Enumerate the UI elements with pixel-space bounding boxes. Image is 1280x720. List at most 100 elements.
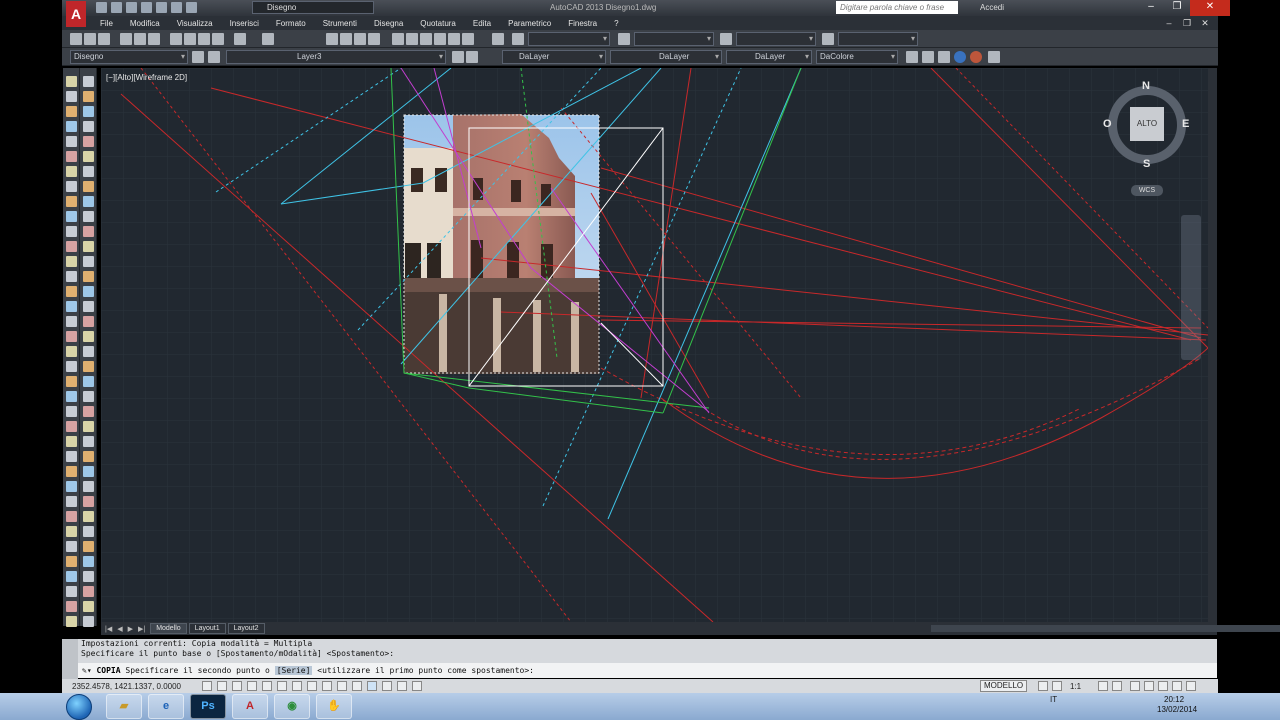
modify-tool-icon[interactable] (83, 316, 94, 327)
modify-tool-icon[interactable] (83, 331, 94, 342)
menu-parametrico[interactable]: Parametrico (508, 19, 551, 28)
draw-tool-icon[interactable] (66, 286, 77, 297)
draw-tool-icon[interactable] (66, 136, 77, 147)
hardware-acceleration-icon[interactable] (1158, 681, 1168, 691)
dim-style-dropdown[interactable] (634, 32, 714, 46)
draw-tool-icon[interactable] (66, 181, 77, 192)
design-center-icon[interactable] (406, 33, 418, 45)
draw-tool-icon[interactable] (66, 106, 77, 117)
clean-screen-icon[interactable] (1186, 681, 1196, 691)
zoom-realtime-icon[interactable] (340, 33, 352, 45)
signin-link[interactable]: Accedi (980, 3, 1004, 12)
modify-tool-icon[interactable] (83, 196, 94, 207)
modify-tool-icon[interactable] (83, 436, 94, 447)
isolate-objects-icon[interactable] (1172, 681, 1182, 691)
viewcube[interactable]: ALTO N S E O (1103, 80, 1190, 172)
modify-tool-icon[interactable] (83, 466, 94, 477)
modify-tool-icon[interactable] (83, 226, 94, 237)
text-style-icon[interactable] (512, 33, 524, 45)
viewcube-north[interactable]: N (1142, 80, 1150, 92)
snap-icon[interactable] (217, 681, 227, 691)
multileader-style-dropdown[interactable] (838, 32, 918, 46)
draw-tool-icon[interactable] (66, 151, 77, 162)
menu-disegna[interactable]: Disegna (374, 19, 403, 28)
draw-tool-icon[interactable] (66, 406, 77, 417)
command-option-serie[interactable]: [Serie] (274, 666, 313, 675)
draw-tool-icon[interactable] (66, 91, 77, 102)
viewcube-south[interactable]: S (1143, 158, 1150, 170)
modify-tool-icon[interactable] (83, 136, 94, 147)
undo-icon[interactable] (234, 33, 246, 45)
plot-icon[interactable] (120, 33, 132, 45)
start-button[interactable] (66, 694, 92, 720)
plotstyle-dropdown[interactable]: DaColore (816, 50, 898, 64)
light-icon[interactable] (938, 51, 950, 63)
modify-tool-icon[interactable] (83, 166, 94, 177)
sphere-blue-icon[interactable] (954, 51, 966, 63)
command-window-handle[interactable] (62, 639, 78, 679)
polar-icon[interactable] (262, 681, 272, 691)
otrack-icon[interactable] (307, 681, 317, 691)
close-button[interactable]: ✕ (1190, 0, 1230, 16)
search-input[interactable]: Digitare parola chiave o frase (836, 1, 958, 14)
menu-modifica[interactable]: Modifica (130, 19, 160, 28)
modify-tool-icon[interactable] (83, 526, 94, 537)
draw-tool-icon[interactable] (66, 121, 77, 132)
quick-view-layouts-icon[interactable] (1038, 681, 1048, 691)
modify-tool-icon[interactable] (83, 406, 94, 417)
modify-tool-icon[interactable] (83, 151, 94, 162)
material-icon[interactable] (922, 51, 934, 63)
draw-tool-icon[interactable] (66, 481, 77, 492)
publish-icon[interactable] (148, 33, 160, 45)
modify-tool-icon[interactable] (83, 601, 94, 612)
modify-tool-icon[interactable] (83, 211, 94, 222)
maximize-button[interactable]: ❐ (1164, 0, 1190, 16)
lineweight-dropdown[interactable]: DaLayer (726, 50, 812, 64)
draw-tool-icon[interactable] (66, 451, 77, 462)
menu-edita[interactable]: Edita (473, 19, 491, 28)
modify-tool-icon[interactable] (83, 256, 94, 267)
calculator-icon[interactable] (462, 33, 474, 45)
menu-help[interactable]: ? (614, 19, 618, 28)
quick-properties-icon[interactable] (382, 681, 392, 691)
new-icon[interactable] (96, 2, 107, 13)
table-style-dropdown[interactable] (736, 32, 816, 46)
ucs-menu-button[interactable]: WCS (1131, 185, 1163, 196)
tab-last-icon[interactable]: ▶| (138, 625, 145, 633)
draw-tool-icon[interactable] (66, 376, 77, 387)
viewcube-top-face[interactable]: ALTO (1130, 107, 1164, 141)
make-current-layer-icon[interactable] (452, 51, 464, 63)
open-icon[interactable] (111, 2, 122, 13)
preview-icon[interactable] (134, 33, 146, 45)
annotation-scale[interactable]: 1:1 (1070, 682, 1081, 691)
draw-tool-icon[interactable] (66, 211, 77, 222)
save-icon[interactable] (126, 2, 137, 13)
draw-tool-icon[interactable] (66, 331, 77, 342)
annotation-monitor-icon[interactable] (412, 681, 422, 691)
modify-tool-icon[interactable] (83, 346, 94, 357)
help-icon[interactable] (492, 33, 504, 45)
draw-tool-icon[interactable] (66, 196, 77, 207)
drawing-area[interactable] (101, 68, 1208, 622)
cursor-coordinates[interactable]: 2352.4578, 1421.1337, 0.0000 (72, 682, 181, 691)
zoom-previous-icon[interactable] (368, 33, 380, 45)
modify-tool-icon[interactable] (83, 571, 94, 582)
modify-tool-icon[interactable] (83, 376, 94, 387)
modify-tool-icon[interactable] (83, 391, 94, 402)
modify-tool-icon[interactable] (83, 181, 94, 192)
ducs-icon[interactable] (322, 681, 332, 691)
clock-date[interactable]: 13/02/2014 (1157, 705, 1197, 714)
workspace-settings-icon[interactable] (192, 51, 204, 63)
transparency-icon[interactable] (367, 681, 377, 691)
workspace-combo[interactable]: Disegno (70, 50, 188, 64)
draw-tool-icon[interactable] (66, 496, 77, 507)
draw-tool-icon[interactable] (66, 76, 77, 87)
modify-tool-icon[interactable] (83, 511, 94, 522)
menu-finestra[interactable]: Finestra (568, 19, 597, 28)
text-style-dropdown[interactable] (528, 32, 610, 46)
draw-tool-icon[interactable] (66, 346, 77, 357)
markup-icon[interactable] (448, 33, 460, 45)
modify-tool-icon[interactable] (83, 616, 94, 627)
draw-tool-icon[interactable] (66, 541, 77, 552)
viewport-controls-label[interactable]: [−][Alto][Wireframe 2D] (106, 73, 187, 82)
